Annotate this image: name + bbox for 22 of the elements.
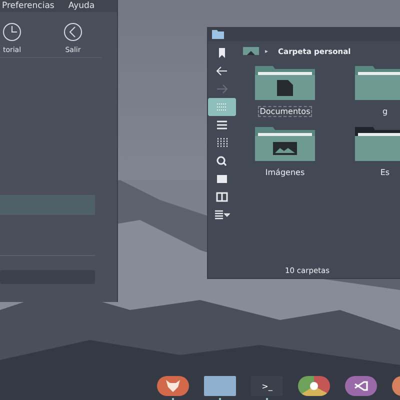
back-circle-icon	[63, 22, 83, 42]
folder-name[interactable]: Es	[378, 167, 392, 178]
image-icon	[214, 174, 230, 184]
split-icon	[214, 192, 230, 202]
folder-icon	[212, 30, 224, 39]
home-button[interactable]	[243, 47, 259, 55]
folder-icon[interactable]	[355, 66, 400, 100]
folder-name[interactable]: Imágenes	[263, 167, 307, 178]
back-icon	[214, 66, 230, 76]
folder-name[interactable]: g	[380, 106, 390, 117]
folder-icon[interactable]	[255, 66, 315, 100]
folder-icon[interactable]	[255, 127, 315, 161]
forward-icon	[214, 84, 230, 94]
menu-icon	[214, 210, 230, 220]
menu-item[interactable]: Preferencias	[2, 1, 54, 11]
clock-icon	[2, 22, 22, 42]
terminal-button[interactable]: >_	[251, 376, 283, 396]
folder-name[interactable]: Documentos	[258, 106, 312, 117]
list-icon	[214, 120, 230, 130]
folder-icon[interactable]	[355, 127, 400, 161]
home-icon	[247, 50, 255, 55]
menu-item[interactable]: Ayuda	[68, 1, 95, 11]
